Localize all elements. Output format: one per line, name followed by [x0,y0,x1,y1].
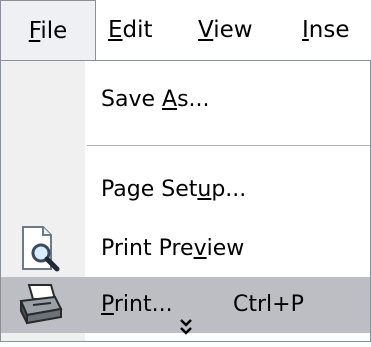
application-window: File Edit View Inse Save As... Page Setu… [0,0,371,347]
page-setup-mnemonic: u [197,177,212,202]
menu-edit[interactable]: Edit [108,0,153,61]
page-setup-suffix: p... [211,177,247,202]
print-preview-label: Print Preview [101,219,244,279]
menu-view-mnemonic: V [198,17,214,43]
save-as-prefix: Save [101,87,162,112]
menu-view-suffix: iew [213,17,253,43]
save-as-mnemonic: A [162,87,178,112]
print-preview-prefix: Print Pre [101,236,194,261]
print-suffix: rint... [113,292,173,317]
page-setup-label: Page Setup... [101,160,246,220]
menu-edit-suffix: dit [122,17,153,43]
menu-file-mnemonic: F [28,18,41,44]
menu-view[interactable]: View [198,0,253,61]
save-as-suffix: s... [177,87,210,112]
menu-item-print-preview[interactable]: Print Preview [1,219,370,279]
print-preview-icon [15,223,65,275]
menu-item-page-setup[interactable]: Page Setup... [1,160,370,220]
menu-bar: File Edit View Inse [0,0,371,61]
menu-item-save-as[interactable]: Save As... [1,70,370,130]
file-dropdown-menu: Save As... Page Setup... Print Preview P… [0,60,371,342]
menu-insert[interactable]: Inse [302,0,350,61]
expand-menu-button[interactable] [1,315,370,341]
menu-insert-suffix: nse [308,17,350,43]
double-chevron-down-icon [179,319,192,335]
print-preview-suffix: iew [206,236,245,261]
print-mnemonic: P [101,292,114,317]
menu-file[interactable]: File [0,0,96,61]
menu-insert-mnemonic: I [302,17,309,43]
save-as-label: Save As... [101,70,210,130]
menu-file-suffix: ile [40,18,68,44]
menu-edit-mnemonic: E [108,17,123,43]
print-preview-mnemonic: v [193,236,207,261]
page-setup-prefix: Page Set [101,177,198,202]
menu-separator [87,145,370,146]
